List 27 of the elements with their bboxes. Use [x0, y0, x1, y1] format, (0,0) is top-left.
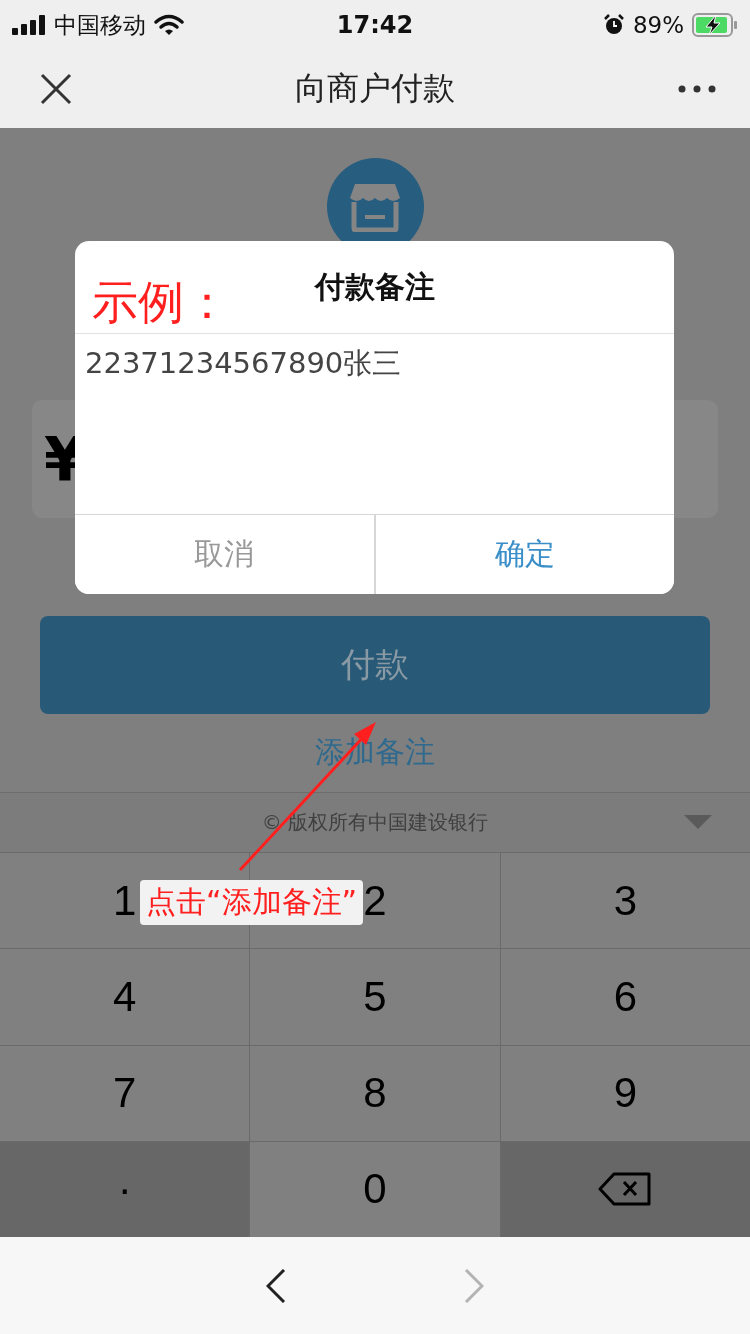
dialog-title: 付款备注: [314, 267, 435, 306]
number-key[interactable]: 7: [0, 1045, 250, 1141]
battery-charging-icon: [692, 13, 738, 37]
more-icon[interactable]: [678, 85, 716, 93]
storefront-icon: [349, 181, 401, 232]
example-annotation: 示例：: [92, 274, 230, 331]
number-key[interactable]: 9: [500, 1045, 750, 1141]
signal-icon: [12, 15, 46, 35]
number-key[interactable]: 8: [250, 1045, 500, 1141]
battery-percent: 89%: [632, 12, 684, 38]
number-key[interactable]: 5: [250, 949, 500, 1045]
confirm-button[interactable]: 确定: [373, 515, 674, 594]
close-icon[interactable]: [40, 73, 72, 105]
number-key[interactable]: 4: [0, 949, 250, 1045]
wifi-icon: [154, 14, 184, 36]
number-key[interactable]: 0: [250, 1141, 500, 1237]
carrier-name: 中国移动: [54, 10, 146, 40]
clock-time: 17:42: [336, 11, 414, 39]
alarm-clock-icon: [602, 14, 625, 36]
copyright-text: © 版权所有中国建设银行: [261, 809, 489, 836]
callout-tooltip: 点击“添加备注”: [140, 880, 364, 925]
page-title: 向商户付款: [295, 68, 455, 109]
number-key[interactable]: 6: [500, 949, 750, 1045]
chevron-right-icon: [464, 1268, 484, 1303]
number-key[interactable]: 3: [500, 853, 750, 949]
chevron-left-icon: [266, 1268, 286, 1303]
backspace-icon: [598, 1172, 653, 1207]
